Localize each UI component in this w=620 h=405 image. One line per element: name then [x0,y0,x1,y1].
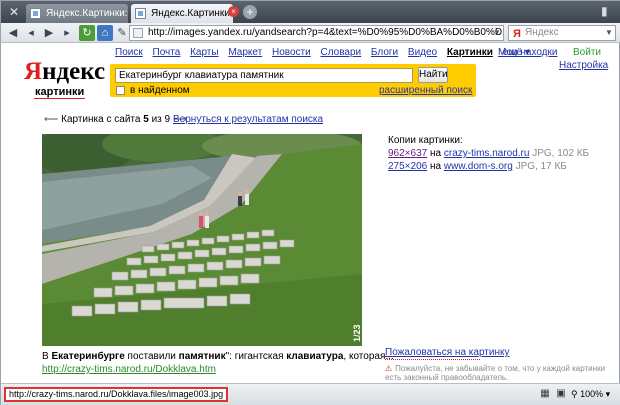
copy-host-link[interactable]: www.dom-s.org [444,161,513,172]
new-tab-button[interactable]: + [243,5,257,19]
service-link-market[interactable]: Маркет [228,47,262,58]
caption-part: ": гигантская [225,351,287,362]
service-link-news[interactable]: Новости [272,47,311,58]
copyright-warning-text: Пожалуйста, не забывайте о том, что у ка… [385,364,606,382]
search-in-results-label: в найденном [130,85,190,96]
search-placeholder: Яндекс [525,27,559,38]
service-link-dictionaries[interactable]: Словари [321,47,362,58]
copyright-warning: ⚠ Пожалуйста, не забывайте о том, что у к… [385,364,615,382]
copy-row: 275×206 на www.dom-s.org JPG, 17 КБ [388,161,567,172]
search-dropdown-icon[interactable]: ▼ [605,25,615,41]
edit-icon[interactable]: ✎ [114,25,130,41]
pager-current: 5 [143,114,149,125]
report-underline [385,359,480,360]
logo-subtitle[interactable]: картинки [34,86,86,99]
rewind-icon[interactable]: ◂ [23,25,39,41]
service-link-video[interactable]: Видео [408,47,437,58]
login-link[interactable]: Войти [573,47,601,58]
address-bar[interactable]: http://images.yandex.ru/yandsearch?p=4&t… [129,25,504,41]
logo-rest: ндекс [42,58,106,85]
copy-host-link[interactable]: crazy-tims.narod.ru [444,148,530,159]
service-link-blogs[interactable]: Блоги [371,47,398,58]
image-caption: В Екатеринбурге поставили памятник": гиг… [42,351,394,362]
copy-dimensions-link[interactable]: 275×206 [388,161,427,172]
status-bar: http://crazy-tims.narod.ru/Dokklava.file… [1,383,620,405]
caption-highlight: памятник [178,351,226,362]
warning-icon: ⚠ [385,364,393,373]
page-info-icon [133,28,143,38]
fast-forward-icon[interactable]: ▸ [59,25,75,41]
tab-1-label: Яндекс.Картинки: Ека... [46,8,128,19]
panel-icon[interactable]: ▦ [539,388,551,400]
zoom-icon: ⚲ [571,389,578,399]
advanced-search-link[interactable]: расширенный поиск [379,85,472,96]
report-image-link[interactable]: Пожаловаться на картинку [385,347,509,358]
back-to-results-link[interactable]: Вернуться к результатам поиска [173,114,323,125]
search-in-results-checkbox[interactable] [116,86,125,95]
browser-window: ✕ Яндекс.Картинки: Ека... Яндекс.Картинк… [0,0,620,405]
search-panel: Екатеринбург клавиатура памятник Найти в… [110,64,476,97]
copy-meta: JPG, 17 КБ [515,161,567,172]
service-link-images[interactable]: Картинки [447,47,493,58]
previous-image-icon[interactable]: ⟵ [44,114,58,125]
yandex-logo[interactable]: Яндекс [24,58,105,86]
find-button[interactable]: Найти [418,67,448,83]
camera-icon[interactable]: ▣ [555,388,567,400]
image-pager: ⟵ Картинка с сайта 5 из 9 ⟶ [44,114,187,125]
pager-prefix: Картинка с сайта [61,114,141,125]
tab-2[interactable]: Яндекс.Картинки: Ека... [131,4,233,23]
trash-icon[interactable]: ▮ [601,4,613,19]
pager-of: из [151,114,162,125]
home-icon[interactable]: ⌂ [97,25,113,41]
service-link-mail[interactable]: Почта [153,47,181,58]
photo-watermark: 1/23 [352,324,362,342]
tools-icon[interactable]: ✕ [5,4,23,20]
tab-2-label: Яндекс.Картинки: Ека... [151,8,233,19]
copy-meta: JPG, 102 КБ [532,148,590,159]
copies-title: Копии картинки: [388,135,463,146]
keyboard-monument-photo: 1/23 [42,134,362,346]
page-favicon-icon [135,8,146,19]
copy-row: 962×637 на crazy-tims.narod.ru JPG, 102 … [388,148,589,159]
tab-bar: ✕ Яндекс.Картинки: Ека... Яндекс.Картинк… [1,1,620,23]
browser-search-input[interactable]: Я Яндекс [508,25,616,41]
page-content: Поиск Почта Карты Маркет Новости Словари… [2,44,618,383]
settings-link[interactable]: Настройка [559,60,608,71]
caption-part: поставили [124,351,179,362]
status-url: http://crazy-tims.narod.ru/Dokklava.file… [4,387,229,402]
close-tab-icon[interactable]: × [228,6,239,17]
navigation-bar: ◀ ◂ ▶ ▸ ↻ ⌂ ✎ http://images.yandex.ru/ya… [1,23,620,43]
pager-total: 9 [164,114,171,125]
yandex-search-engine-icon: Я [513,28,521,40]
address-bar-url: http://images.yandex.ru/yandsearch?p=4&t… [148,27,504,38]
copy-dimensions-link[interactable]: 962×637 [388,148,427,159]
main-image[interactable]: 1/23 [42,134,362,346]
page-favicon-icon [30,8,41,19]
caption-highlight: Екатеринбурге [51,351,125,362]
service-link-search[interactable]: Поиск [115,47,143,58]
zoom-level: 100% [580,389,604,399]
source-page-link[interactable]: http://crazy-tims.narod.ru/Dokklava.htm [42,364,216,375]
logo-first-letter: Я [24,58,43,85]
caption-highlight: клавиатура [286,351,344,362]
search-input[interactable]: Екатеринбург клавиатура памятник [115,68,413,83]
zoom-control[interactable]: ⚲ 100% ▾ [571,388,610,401]
tab-1[interactable]: Яндекс.Картинки: Ека... [26,4,128,23]
my-finds-link[interactable]: Мои находки [498,47,557,58]
zoom-dropdown-icon: ▾ [605,389,611,399]
service-link-maps[interactable]: Карты [190,47,219,58]
back-icon[interactable]: ◀ [5,25,21,41]
reload-icon[interactable]: ↻ [79,25,95,41]
copy-on: на [430,161,442,172]
address-dropdown-icon[interactable]: ▼ [491,25,503,41]
services-nav: Поиск Почта Карты Маркет Новости Словари… [115,47,537,58]
copy-on: на [430,148,442,159]
forward-icon[interactable]: ▶ [41,25,57,41]
